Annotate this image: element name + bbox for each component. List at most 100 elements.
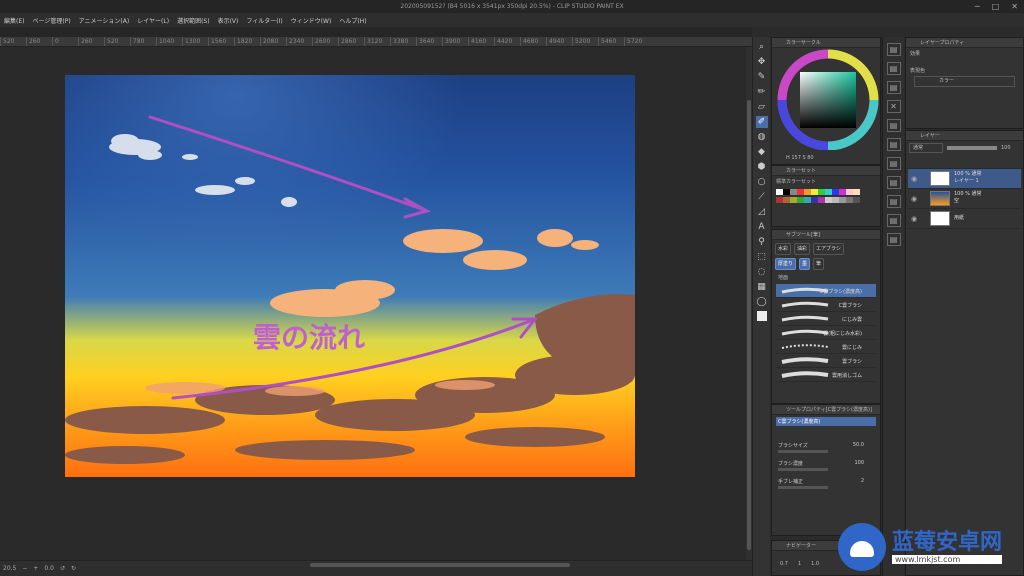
brush-density-slider[interactable] (778, 468, 828, 471)
eye-icon[interactable]: ◉ (911, 175, 917, 183)
brush-size-row[interactable]: ブラシサイズ 50.0 (778, 442, 874, 456)
brush-stroke-preview (781, 357, 829, 364)
ruler-tick: 260 (26, 37, 52, 46)
balloon-tool-icon[interactable]: ◯ (756, 296, 768, 308)
lasso-tool-icon[interactable]: ◌ (756, 266, 768, 278)
close-icon[interactable]: ✕ (1011, 0, 1018, 13)
menu-filter[interactable]: フィルター(I) (246, 16, 282, 25)
color-wheel[interactable] (772, 48, 880, 151)
panel-toggle-icon[interactable]: ▤ (886, 214, 901, 227)
menu-animation[interactable]: アニメーション(A) (79, 16, 130, 25)
brush-density-value[interactable]: 100 (854, 460, 864, 466)
navigator-value[interactable]: 0.7 (780, 561, 788, 567)
figure-tool-icon[interactable]: ○ (756, 176, 768, 188)
minimize-icon[interactable]: ─ (975, 0, 980, 13)
menu-page[interactable]: ページ管理(P) (32, 16, 70, 25)
text-tool-icon[interactable]: A (756, 221, 768, 233)
brush-item[interactable]: 雲にじみ (776, 340, 876, 354)
panel-toggle-icon[interactable]: ▤ (886, 157, 901, 170)
fill-tool-icon[interactable]: ⬢ (756, 161, 768, 173)
layer-panel: レイヤー 通常 100 ◉ 100 % 通常 レイヤー 1 ◉ 100 % 通常空… (905, 130, 1024, 576)
subtool-group-thick[interactable]: 厚塗り (775, 258, 797, 270)
subtool-group-oil[interactable]: 油彩 (794, 243, 811, 255)
layer-row[interactable]: ◉ 100 % 通常 レイヤー 1 (908, 169, 1021, 189)
menu-view[interactable]: 表示(V) (218, 16, 239, 25)
panel-toggle-icon[interactable]: ✕ (886, 100, 901, 113)
panel-toggle-icon[interactable]: ▤ (886, 138, 901, 151)
brush-label: C雲ブラシ(濃度高) (819, 289, 862, 295)
brush-item[interactable]: 雲ブラシ (776, 354, 876, 368)
horizontal-scroll-thumb[interactable] (310, 563, 570, 567)
airbrush-tool-icon[interactable]: ◍ (756, 131, 768, 143)
move-tool-icon[interactable]: ✥ (756, 56, 768, 68)
subtool-group-airbrush[interactable]: エアブラシ (813, 243, 844, 255)
zoom-value[interactable]: 20.5 (3, 565, 16, 572)
pencil-tool-icon[interactable]: ✏ (756, 86, 768, 98)
brush-item[interactable]: C雲ブラシ(濃度高) (776, 284, 876, 298)
blend-mode-select[interactable]: 通常 (909, 143, 943, 153)
menu-layer[interactable]: レイヤー(L) (137, 16, 169, 25)
zoom-tool-icon[interactable]: ⌕ (756, 41, 768, 53)
panel-toggle-icon[interactable]: ▤ (886, 233, 901, 246)
brush-size-slider[interactable] (778, 450, 828, 453)
ruler-tool-icon[interactable]: ⟋ (756, 191, 768, 203)
eye-icon[interactable]: ◉ (911, 195, 917, 203)
eye-icon[interactable]: ◉ (911, 215, 917, 223)
stabilizer-value[interactable]: 2 (861, 478, 864, 484)
panel-toggle-icon[interactable]: ▤ (886, 195, 901, 208)
stabilizer-slider[interactable] (778, 486, 828, 489)
color-set-name[interactable]: 標準カラーセット (772, 176, 880, 187)
opacity-slider[interactable] (947, 146, 997, 150)
rotate-right-icon[interactable]: ↻ (71, 565, 76, 572)
pen-tool-icon[interactable]: ✎ (756, 71, 768, 83)
brush-item[interactable]: 雲用消しゴム (776, 368, 876, 382)
color-swatches[interactable] (772, 187, 880, 203)
subtool-category[interactable]: 地面 (772, 273, 880, 284)
blend-tool-icon[interactable]: ◆ (756, 146, 768, 158)
zoom-out-icon[interactable]: − (22, 565, 27, 572)
subtool-group-ink[interactable]: 墨 (799, 258, 811, 270)
menu-edit[interactable]: 編集(E) (4, 16, 24, 25)
select-tool-icon[interactable]: ⬚ (756, 251, 768, 263)
zoom-in-icon[interactable]: + (33, 565, 38, 572)
frame-tool-icon[interactable]: ▦ (756, 281, 768, 293)
main-color-swatch[interactable] (756, 311, 767, 321)
canvas[interactable]: 雲の流れ (65, 75, 635, 477)
panel-toggle-icon[interactable]: ▤ (886, 81, 901, 94)
layer-row[interactable]: ◉ 100 % 通常空 (908, 189, 1021, 209)
rotate-left-icon[interactable]: ↺ (60, 565, 65, 572)
opacity-value[interactable]: 100 (1001, 145, 1011, 151)
menu-help[interactable]: ヘルプ(H) (339, 16, 366, 25)
maximize-icon[interactable]: □ (992, 0, 1000, 13)
menu-selection[interactable]: 選択範囲(S) (177, 16, 210, 25)
eyedropper-tool-icon[interactable]: ⚲ (756, 236, 768, 248)
subtool-group-watercolor[interactable]: 水彩 (775, 243, 792, 255)
window-controls: ─ □ ✕ (975, 0, 1018, 13)
brush-item[interactable]: にじみ雲 (776, 312, 876, 326)
vertical-scroll-thumb[interactable] (747, 100, 751, 550)
ruler-tick: 4420 (494, 37, 520, 46)
navigator-value[interactable]: 1 (798, 561, 801, 567)
ruler-tick: 4940 (546, 37, 572, 46)
ruler-tick: 5720 (624, 37, 650, 46)
gradient-tool-icon[interactable]: ◿ (756, 206, 768, 218)
angle-value[interactable]: 0.0 (44, 565, 54, 572)
stabilizer-row[interactable]: 手ブレ補正 2 (778, 478, 874, 492)
menu-window[interactable]: ウィンドウ(W) (291, 16, 332, 25)
panel-toggle-icon[interactable]: ▤ (886, 176, 901, 189)
panel-toggle-icon[interactable]: ▤ (886, 119, 901, 132)
brush-item[interactable]: C雲ブラシ (776, 298, 876, 312)
panel-toggle-icon[interactable]: ▤ (886, 62, 901, 75)
brush-stroke-preview (781, 344, 829, 349)
subtool-group-brush[interactable]: 筆 (813, 258, 825, 270)
panel-toggle-icon[interactable]: ▤ (886, 43, 901, 56)
brush-tool-icon[interactable]: ✐ (755, 116, 768, 128)
ruler-tick: 3120 (364, 37, 390, 46)
brush-density-row[interactable]: ブラシ濃度 100 (778, 460, 874, 474)
expression-color-select[interactable]: カラー (914, 76, 1015, 87)
layer-row[interactable]: ◉ 用紙 (908, 209, 1021, 229)
brush-size-value[interactable]: 50.0 (853, 442, 864, 448)
brush-item[interactable]: 雲(粗にじみ水彩) (776, 326, 876, 340)
navigator-value[interactable]: 1.0 (811, 561, 819, 567)
eraser-tool-icon[interactable]: ▱ (756, 101, 768, 113)
